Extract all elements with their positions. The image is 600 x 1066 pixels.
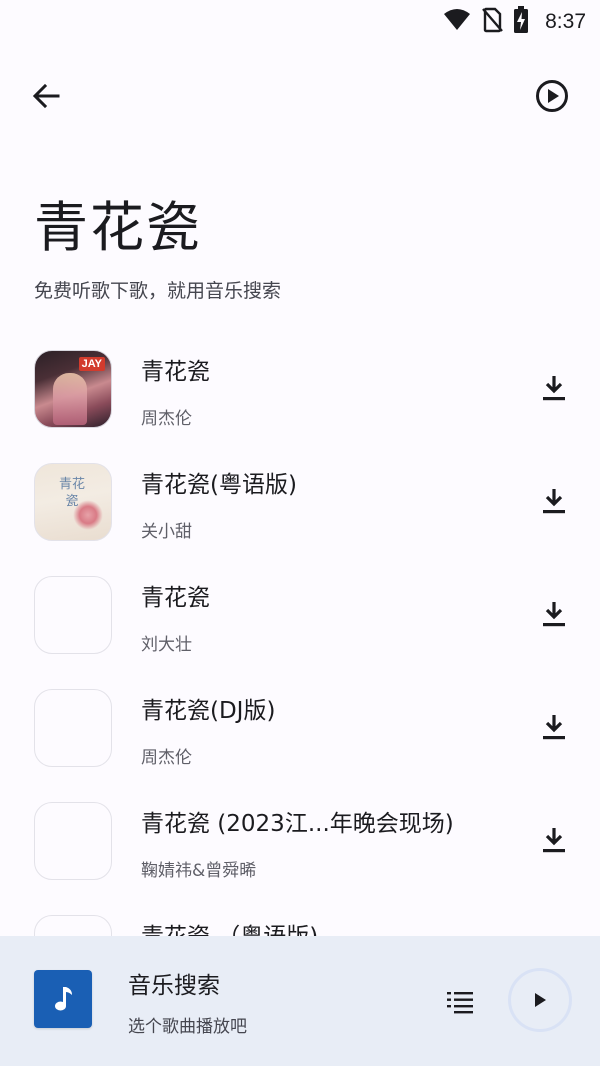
cover-badge: JAY — [78, 357, 105, 371]
arrow-left-icon — [32, 83, 60, 109]
player-play-button[interactable] — [508, 968, 572, 1032]
song-title: 青花瓷(粤语版) — [141, 472, 297, 498]
playlist-icon — [447, 992, 473, 1014]
song-cover: JAY — [34, 350, 112, 428]
back-button[interactable] — [24, 74, 68, 118]
song-item[interactable]: 青花瓷 （粤语版) — [0, 899, 600, 936]
no-sim-icon — [481, 7, 504, 37]
download-icon — [543, 602, 565, 627]
music-note-icon — [55, 987, 72, 1011]
download-button[interactable] — [536, 709, 572, 745]
song-cover — [34, 802, 112, 880]
status-icons: 8:37 — [443, 6, 586, 38]
page-subtitle: 免费听歌下歌，就用音乐搜索 — [34, 280, 282, 302]
download-icon — [543, 376, 565, 401]
song-cover — [34, 689, 112, 767]
song-title: 青花瓷 — [141, 585, 210, 611]
cover-blossom — [73, 500, 103, 530]
song-title: 青花瓷 (2023江...年晚会现场) — [141, 811, 454, 837]
song-cover: 青花瓷 — [34, 463, 112, 541]
song-cover — [34, 576, 112, 654]
song-item[interactable]: 青花瓷 青花瓷(粤语版) 关小甜 — [0, 447, 600, 560]
download-button[interactable] — [536, 483, 572, 519]
player-subtitle: 选个歌曲播放吧 — [128, 1017, 247, 1037]
song-artist: 刘大壮 — [141, 635, 192, 655]
status-time: 8:37 — [545, 10, 586, 33]
song-title: 青花瓷(DJ版) — [141, 698, 276, 724]
player-cover — [34, 970, 92, 1028]
battery-charging-icon — [513, 6, 529, 38]
download-button[interactable] — [536, 822, 572, 858]
page-title: 青花瓷 — [34, 196, 202, 259]
download-button[interactable] — [536, 370, 572, 406]
playlist-button[interactable] — [438, 980, 482, 1024]
song-list: JAY 青花瓷 周杰伦 青花瓷 青花瓷(粤语版) 关小甜 青花瓷 刘大壮 青花瓷… — [0, 334, 600, 936]
status-bar: 8:37 — [0, 0, 600, 42]
song-item[interactable]: 青花瓷 (2023江...年晚会现场) 鞠婧祎&曾舜晞 — [0, 786, 600, 899]
song-title: 青花瓷 — [141, 359, 210, 385]
download-button[interactable] — [536, 596, 572, 632]
download-icon — [543, 489, 565, 514]
song-artist: 鞠婧祎&曾舜晞 — [141, 861, 257, 881]
song-item[interactable]: 青花瓷 刘大壮 — [0, 560, 600, 673]
download-icon — [543, 828, 565, 853]
cover-figure — [53, 373, 87, 425]
song-artist: 周杰伦 — [141, 409, 192, 429]
mini-player[interactable]: 音乐搜索 选个歌曲播放吧 — [0, 936, 600, 1066]
song-item[interactable]: 青花瓷(DJ版) 周杰伦 — [0, 673, 600, 786]
song-cover — [34, 915, 112, 936]
song-artist: 关小甜 — [141, 522, 192, 542]
play-circle-icon — [536, 80, 568, 112]
play-all-button[interactable] — [530, 74, 574, 118]
song-title: 青花瓷 （粤语版) — [141, 917, 318, 936]
download-icon — [543, 715, 565, 740]
player-title: 音乐搜索 — [128, 973, 220, 999]
wifi-icon — [443, 8, 471, 36]
top-bar — [0, 66, 600, 122]
song-item[interactable]: JAY 青花瓷 周杰伦 — [0, 334, 600, 447]
play-icon — [535, 993, 546, 1007]
song-artist: 周杰伦 — [141, 748, 192, 768]
